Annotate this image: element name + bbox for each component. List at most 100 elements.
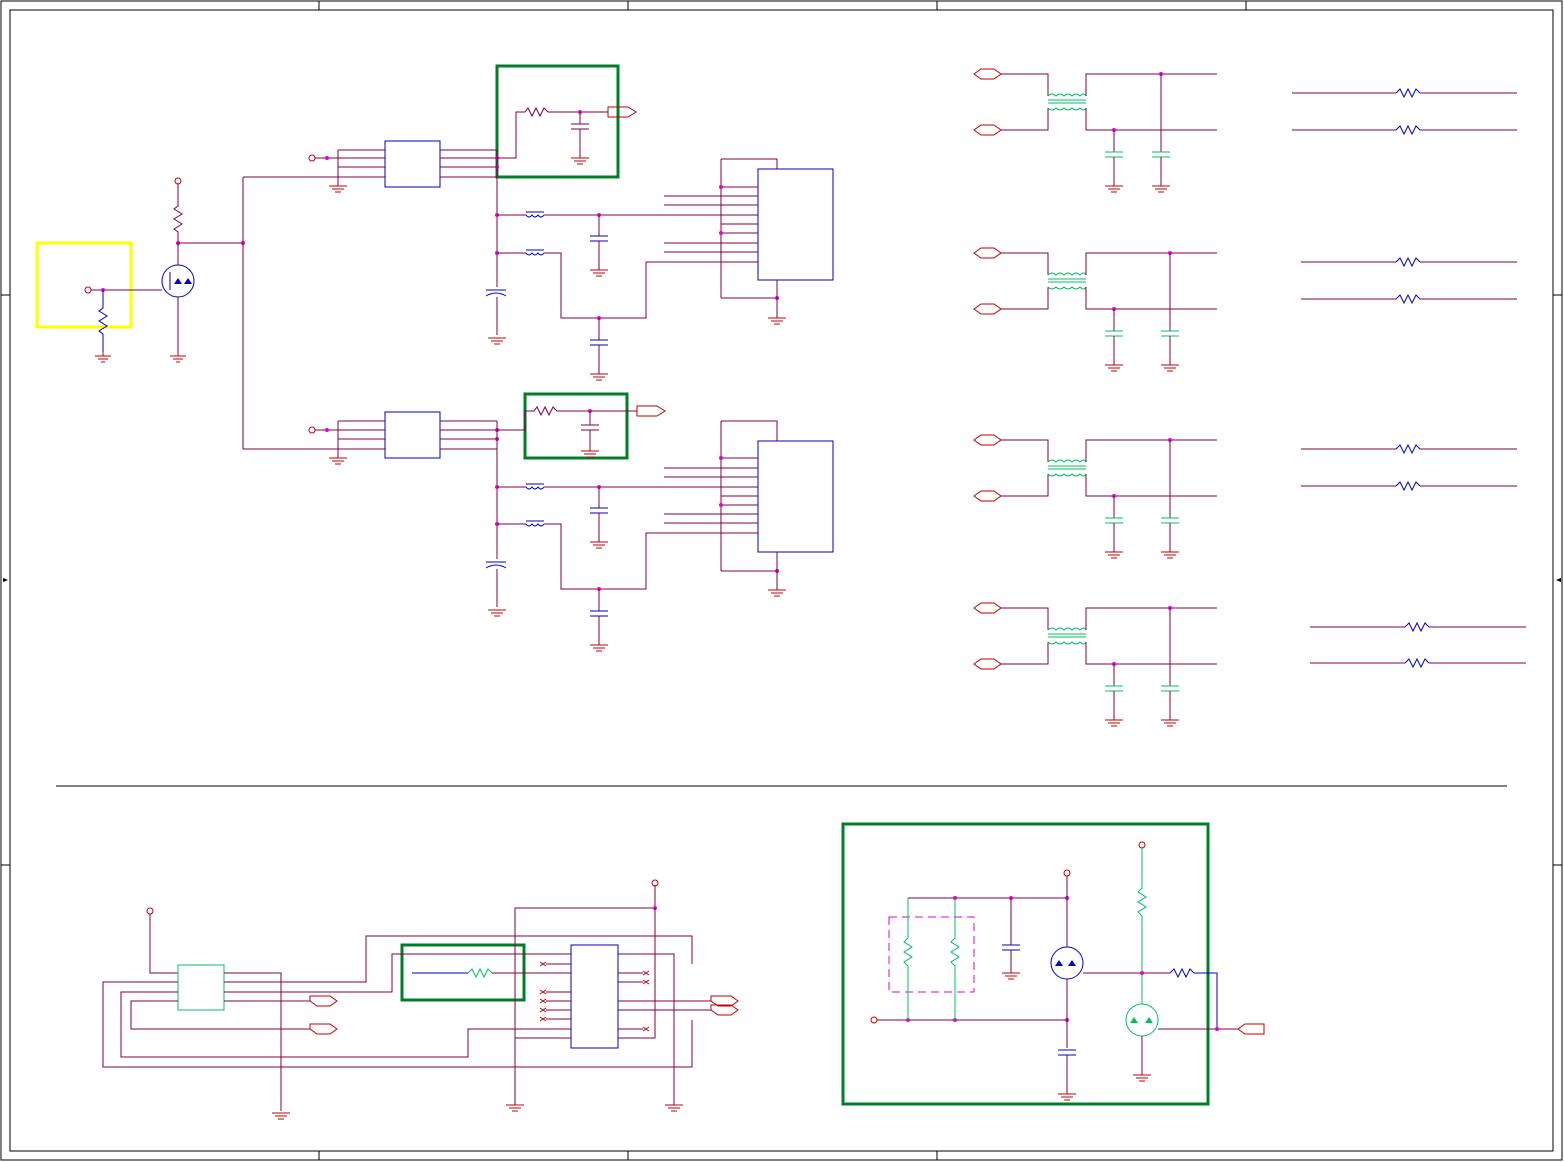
capacitor	[1105, 330, 1123, 337]
pullup-resistor	[173, 184, 183, 243]
ferrite-bead	[525, 249, 545, 256]
series-resistor-line	[1292, 87, 1517, 99]
no-connect-marks	[539, 961, 650, 1032]
ground-symbol	[170, 352, 186, 363]
resistor	[1395, 293, 1421, 305]
series-resistor-line	[1301, 480, 1517, 492]
series-resistor	[497, 405, 637, 431]
capacitor	[1058, 1049, 1076, 1056]
common-mode-choke-icon	[1047, 627, 1087, 631]
decoupling-capacitor	[590, 610, 608, 617]
optional-footprint	[888, 916, 975, 993]
output-port	[607, 106, 637, 118]
mosfet-icon	[1125, 1003, 1159, 1037]
capacitor	[1105, 517, 1123, 524]
resistor	[1395, 124, 1421, 136]
signal-port	[973, 490, 1002, 502]
common-mode-choke-icon	[1047, 272, 1087, 276]
series-resistor-line	[1301, 256, 1517, 268]
filter-capacitor	[571, 123, 589, 130]
ground-symbol	[1152, 185, 1170, 193]
resistor	[1395, 443, 1421, 455]
pulldown-resistor	[98, 290, 108, 352]
pullup-resistor	[1137, 848, 1147, 1004]
capacitor	[485, 561, 507, 569]
signal-port	[309, 995, 338, 1007]
resistor	[1395, 480, 1421, 492]
green-highlight-box-4	[841, 822, 1210, 1106]
ground-symbol	[95, 352, 111, 363]
series-resistor-channels	[1292, 87, 1526, 669]
capacitor	[1105, 151, 1123, 158]
schematic-sheet	[0, 0, 1564, 1162]
vcc-port	[1138, 841, 1146, 849]
ground-symbol	[1161, 364, 1179, 372]
green-highlight-box-2	[523, 392, 629, 460]
cmf-channel	[973, 68, 1217, 193]
capacitor	[1002, 944, 1020, 951]
capacitor	[1105, 685, 1123, 692]
common-mode-choke-icon	[1047, 93, 1087, 97]
sheet-border	[0, 0, 1563, 1161]
series-resistor-line	[1292, 124, 1517, 136]
decoupling-capacitor	[590, 235, 608, 242]
schematic-canvas	[0, 0, 1563, 1161]
signal-port	[973, 602, 1002, 614]
ic-u1	[384, 140, 441, 188]
upper-ic-channel	[308, 106, 834, 381]
connector-j1	[757, 168, 834, 281]
signal-port	[973, 658, 1002, 670]
vcc-port	[146, 907, 154, 915]
cmf-channel	[973, 434, 1217, 559]
green-highlight-box-1	[495, 64, 620, 179]
ground-symbol	[1105, 185, 1123, 193]
resistor	[903, 898, 913, 1020]
ic-u3	[177, 964, 225, 1011]
decoupling-capacitor	[590, 507, 608, 514]
decoupling-capacitor	[590, 339, 608, 346]
cmf-channel	[973, 247, 1217, 372]
power-switch-block	[870, 841, 1265, 1101]
gate-resistor	[1169, 967, 1218, 1029]
vcc-port	[1063, 869, 1071, 877]
connector-j3	[570, 944, 619, 1049]
ferrite-bead	[525, 520, 545, 527]
ground-symbol	[1105, 551, 1123, 559]
vcc-port	[174, 177, 182, 185]
series-resistor-line	[1310, 657, 1526, 669]
series-resistor-line	[1301, 293, 1517, 305]
mosfet-icon	[1050, 946, 1084, 980]
capacitor	[1161, 685, 1179, 692]
input-port	[870, 1016, 878, 1024]
signal-port	[973, 68, 1002, 80]
filter-capacitor	[581, 424, 599, 431]
ground-symbol	[1105, 364, 1123, 372]
signal-port	[973, 434, 1002, 446]
resistor	[1404, 621, 1430, 633]
capacitor	[1161, 517, 1179, 524]
yellow-highlight-box	[35, 241, 133, 329]
resistor	[1395, 87, 1421, 99]
ground-symbol	[1105, 719, 1123, 727]
series-resistor-line	[1301, 443, 1517, 455]
series-resistor	[497, 106, 608, 159]
common-mode-choke-icon	[1047, 459, 1087, 463]
lower-ic-channel	[308, 405, 834, 652]
capacitor	[1152, 151, 1170, 158]
signal-port	[309, 1023, 338, 1035]
ground-symbol	[1161, 719, 1179, 727]
output-port	[1237, 1023, 1265, 1035]
signal-port	[973, 247, 1002, 259]
series-resistor	[467, 967, 493, 979]
capacitor	[1161, 330, 1179, 337]
series-resistor-line	[1310, 621, 1526, 633]
ic-u2	[384, 411, 441, 459]
common-mode-filter-channels	[973, 68, 1217, 727]
ground-symbol	[1161, 551, 1179, 559]
cmf-channel	[973, 602, 1217, 727]
ferrite-bead	[525, 483, 545, 490]
ferrite-bead	[525, 211, 545, 218]
output-port	[636, 405, 666, 417]
input-port	[84, 286, 92, 294]
capacitor	[485, 289, 507, 297]
